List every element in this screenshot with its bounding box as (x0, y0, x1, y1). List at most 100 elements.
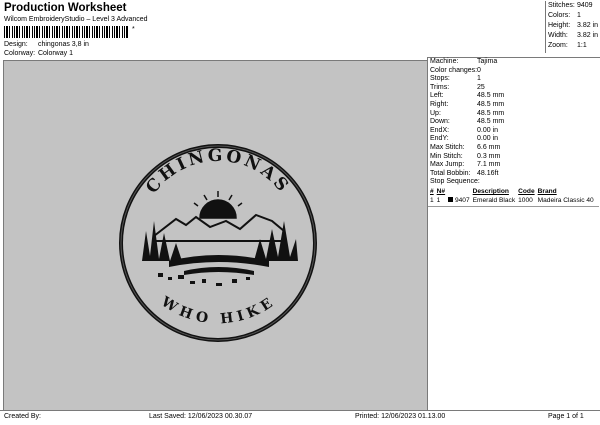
embroidery-design: CHINGONAS WHO HIKE (119, 144, 317, 342)
colorway-value: Colorway 1 (37, 50, 73, 57)
info-label: Total Bobbin: (430, 169, 471, 177)
info-value: 0 (477, 66, 481, 74)
summary-row: Stitches: 9409 (546, 1, 600, 11)
summary-value: 3.82 in (577, 32, 599, 39)
summary-label: Stitches: (548, 2, 575, 9)
summary-value: 9409 (577, 2, 593, 9)
info-label: EndX: (430, 126, 450, 134)
color-cell: 9407 (448, 196, 473, 205)
sun-icon (193, 191, 243, 219)
info-row: Machine: Tajima (428, 58, 600, 67)
summary-value: 1 (577, 12, 581, 19)
bottom-arc-text: WHO HIKE (157, 293, 278, 327)
col-header: Code (518, 187, 535, 195)
rocks-icon (158, 273, 250, 286)
summary-value: 1:1 (577, 42, 587, 49)
info-label: Up: (430, 109, 441, 117)
info-label: Min Stitch: (430, 152, 463, 160)
info-row: Right: 48.5 mm (428, 101, 600, 110)
col-header: N# (436, 187, 446, 195)
stitch-count: 9407 (454, 196, 470, 204)
info-value: 48.5 mm (477, 100, 505, 108)
summary-label: Colors: (548, 12, 571, 19)
summary-row: Colors: 1 (546, 11, 600, 21)
top-arc-text: CHINGONAS (142, 146, 294, 198)
info-row: Left: 48.5 mm (428, 92, 600, 101)
info-label: Machine: (430, 58, 459, 65)
summary-label: Height: (548, 22, 571, 29)
summary-label: Zoom: (548, 42, 568, 49)
created-by: Created By: (4, 413, 41, 420)
last-saved: Last Saved: 12/06/2023 00.30.07 (149, 413, 253, 420)
printed-date: Printed: 12/06/2023 01.13.00 (355, 413, 446, 420)
page-number: Page 1 of 1 (548, 413, 584, 420)
divider (428, 205, 599, 207)
info-label: Trims: (430, 83, 450, 91)
mountains-icon (142, 213, 298, 275)
thread-brand: Madeira Classic 40 (537, 196, 594, 204)
info-label: Stops: (430, 75, 450, 83)
col-header (448, 187, 473, 196)
summary-row: Zoom: 1:1 (546, 41, 600, 51)
summary-label: Width: (548, 32, 568, 39)
info-label: Color changes: (430, 66, 478, 74)
design-value: chingonas 3,8 in (37, 41, 89, 48)
info-label: Left: (430, 92, 444, 100)
info-row: Trims: 25 (428, 84, 600, 93)
machine-info-panel: Machine: Tajima Color changes:0 Stops: 1 T… (427, 57, 600, 410)
colorway-label: Colorway: (4, 50, 36, 57)
info-label: EndY: (430, 135, 449, 143)
info-row: Total Bobbin: 48.16ft (428, 170, 600, 179)
info-value: 48.5 mm (477, 92, 505, 100)
info-value: 7.1 mm (477, 161, 501, 169)
summary-row: Height: 3.82 in (546, 21, 600, 31)
info-value: 0.3 mm (477, 152, 501, 160)
software-subtitle: Wilcom EmbroideryStudio – Level 3 Advanc… (4, 16, 148, 23)
color-swatch (448, 196, 454, 202)
col-header: # (430, 187, 434, 195)
summary-value: 3.82 in (577, 22, 599, 29)
needle-num: 1 (436, 196, 441, 204)
design-row: Design: chingonas 3,8 in (4, 41, 89, 48)
info-label: Right: (430, 100, 449, 108)
summary-row: Width: 3.82 in (546, 31, 600, 41)
info-row: Up: 48.5 mm (428, 110, 600, 119)
table-header-row: # N# Description Code Brand (430, 187, 597, 196)
thread-description: Emerald Black (472, 196, 516, 204)
info-row: Max Stitch: 6.6 mm (428, 144, 600, 153)
stop-sequence-title: Stop Sequence: (430, 178, 480, 186)
info-label: Max Stitch: (430, 143, 465, 151)
info-row: Min Stitch: 0.3 mm (428, 153, 600, 162)
info-label: Max Jump: (430, 161, 465, 169)
design-label: Design: (4, 41, 28, 48)
info-row: Color changes:0 (428, 67, 600, 76)
info-value: 25 (477, 83, 485, 91)
info-row: EndX: 0.00 in (428, 127, 600, 136)
info-value: 48.5 mm (477, 109, 505, 117)
info-value: 48.5 mm (477, 118, 505, 126)
footer: Created By: Last Saved: 12/06/2023 00.30… (0, 410, 600, 425)
info-row: Down: 48.5 mm (428, 118, 600, 127)
colorway-row: Colorway: Colorway 1 (4, 50, 73, 57)
info-value: 0.00 in (477, 126, 499, 134)
stop-sequence-table: # N# Description Code Brand 1 1 9407 Eme… (430, 187, 597, 205)
info-label: Down: (430, 118, 450, 126)
design-preview: CHINGONAS WHO HIKE (3, 60, 428, 411)
page-title: Production Worksheet (4, 2, 127, 14)
info-row: Max Jump: 7.1 mm (428, 161, 600, 170)
summary-panel: Stitches: 9409 Colors: 1 Height: 3.82 in Wi… (545, 1, 600, 53)
info-row: EndY: 0.00 in (428, 135, 600, 144)
info-value: 0.00 in (477, 135, 499, 143)
info-row: Stops: 1 (428, 75, 600, 84)
info-value: 1 (477, 75, 481, 83)
col-header: Brand (537, 187, 557, 195)
stop-num: 1 (430, 196, 434, 204)
barcode (4, 26, 129, 38)
barcode-text: * (132, 26, 135, 33)
thread-code: 1000 (518, 196, 533, 204)
info-value: Tajima (477, 58, 498, 65)
col-header: Description (472, 187, 509, 195)
info-value: 48.16ft (477, 169, 499, 177)
info-value: 6.6 mm (477, 143, 501, 151)
table-row: 1 1 9407 Emerald Black 1000 Madeira Clas… (430, 196, 597, 205)
